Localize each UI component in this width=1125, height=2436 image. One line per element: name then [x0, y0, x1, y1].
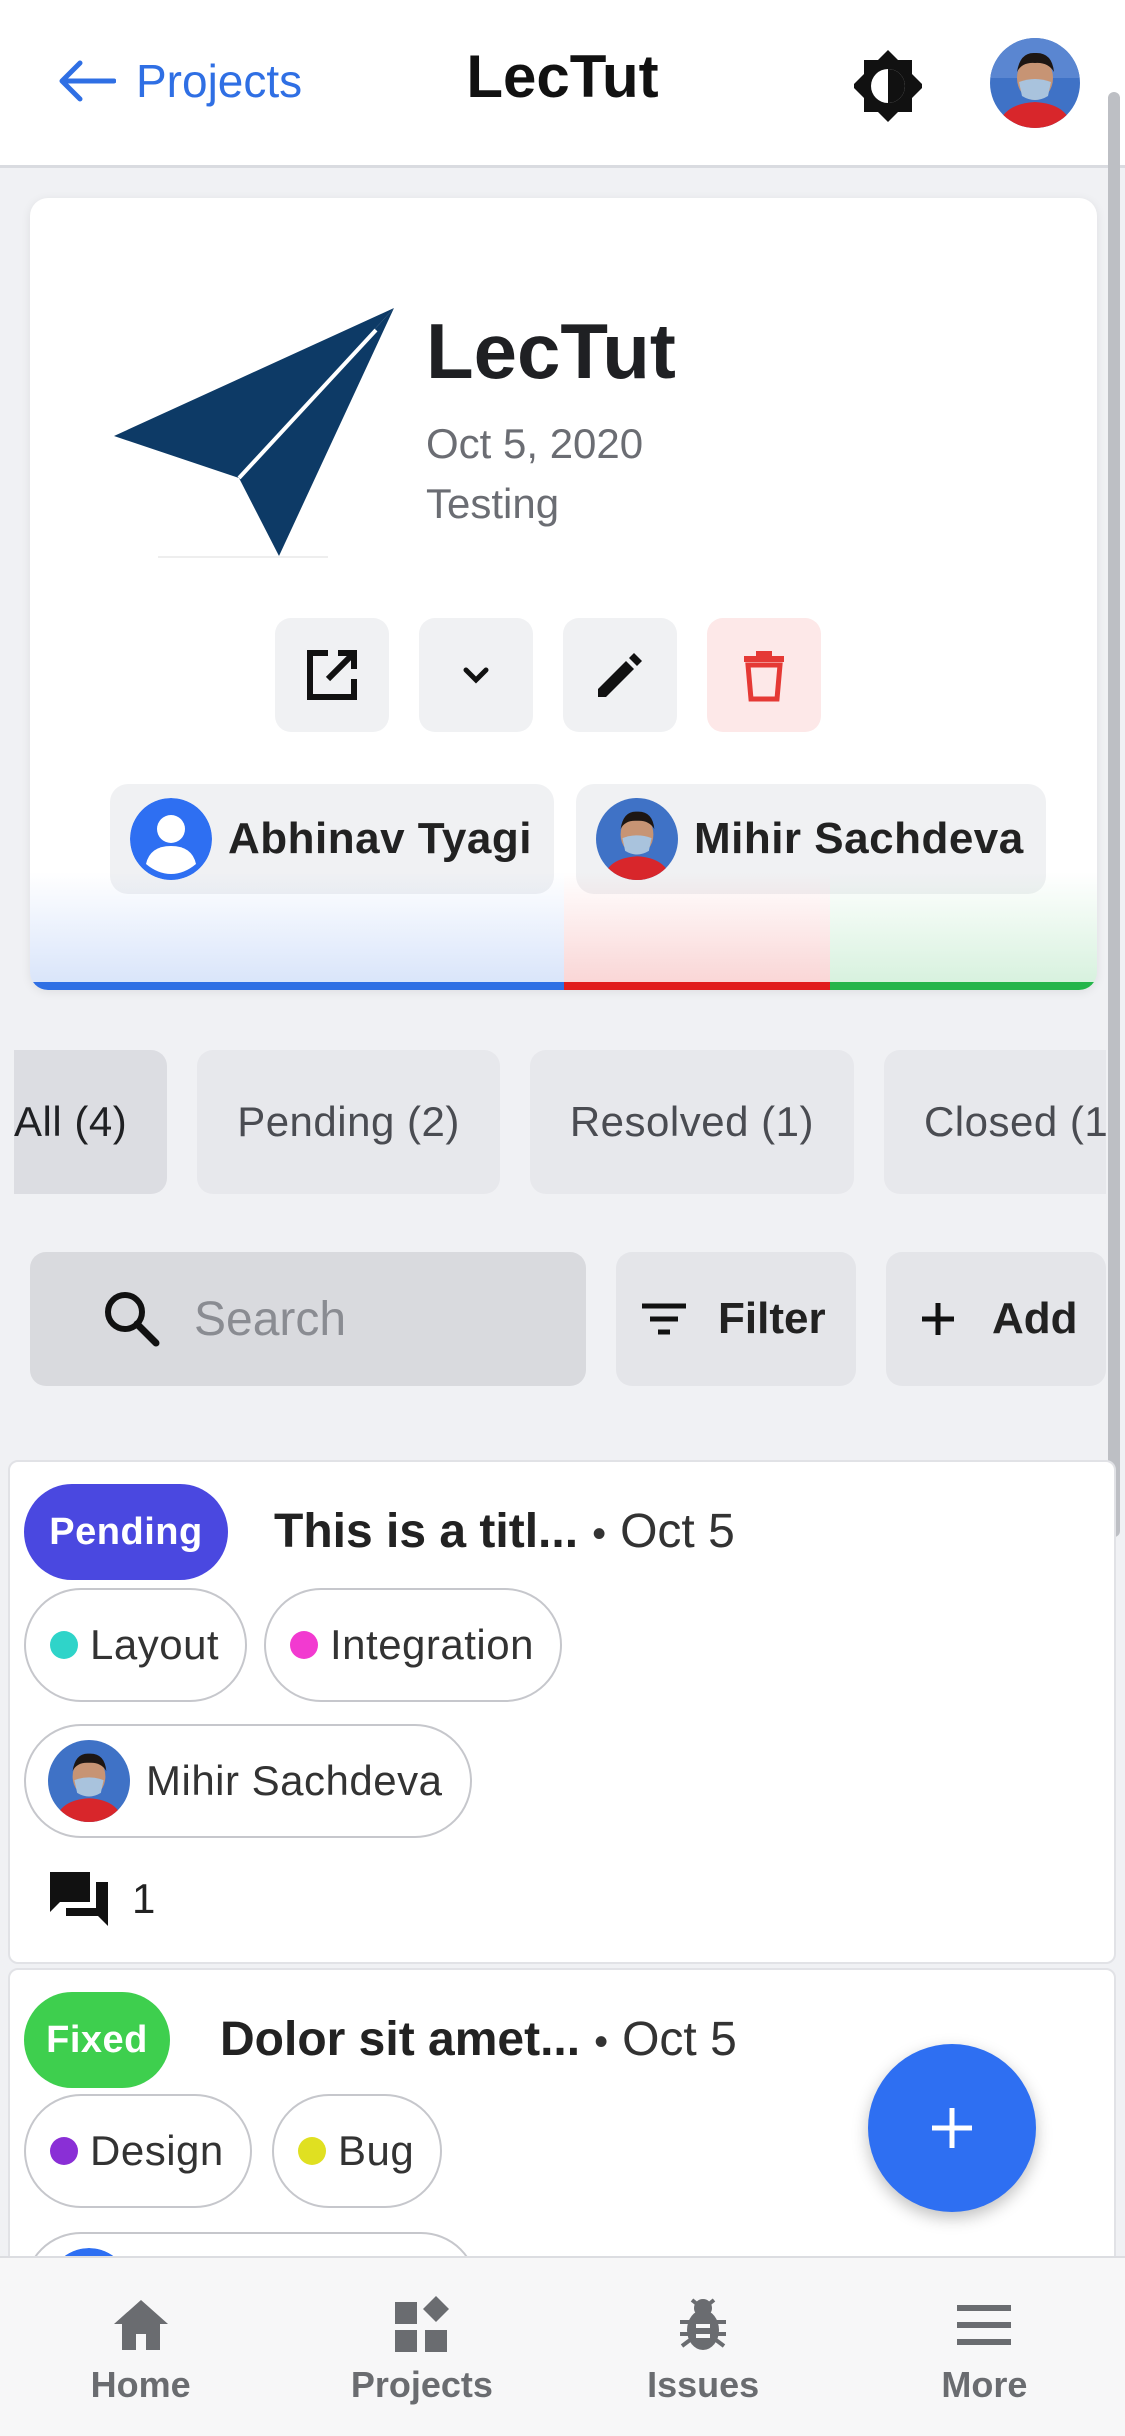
logo-underline: [158, 556, 328, 558]
member-name: Abhinav Tyagi: [228, 814, 532, 863]
issue-card[interactable]: Pending This is a titl... • Oct 5 Layout…: [8, 1460, 1116, 1964]
theme-toggle-button[interactable]: [850, 48, 926, 124]
label-chip[interactable]: Design: [24, 2094, 252, 2208]
label-name: Bug: [338, 2127, 415, 2174]
status-tabs: All (4) Pending (2) Resolved (1) Closed …: [14, 1050, 1106, 1194]
label-chip[interactable]: Bug: [272, 2094, 443, 2208]
arrow-left-icon: [59, 60, 116, 102]
plus-icon: [932, 2108, 972, 2148]
projects-icon: [394, 2296, 449, 2352]
assignee-chip[interactable]: Mihir Sachdeva: [24, 1724, 473, 1838]
issue-date: Oct 5: [622, 2013, 737, 2066]
project-logo: [114, 308, 394, 556]
tab-closed[interactable]: Closed (1: [883, 1050, 1106, 1194]
label-name: Integration: [330, 1621, 534, 1668]
search-box: [30, 1252, 586, 1386]
tab-pending[interactable]: Pending (2): [197, 1050, 500, 1194]
add-issue-button[interactable]: Add: [886, 1252, 1106, 1386]
assignee-name: Mihir Sachdeva: [146, 1757, 443, 1804]
label-name: Layout: [90, 1621, 220, 1668]
search-icon: [105, 1292, 160, 1347]
progress-glow-segment: [563, 872, 831, 982]
default-user-icon: [130, 798, 212, 880]
progress-glow-segment: [830, 872, 1097, 982]
progress-segment-closed: [830, 982, 1097, 990]
assignee-chip[interactable]: [24, 2232, 478, 2258]
open-in-new-icon: [307, 650, 357, 700]
separator-dot: •: [594, 2020, 609, 2064]
app-header: Projects LecTut: [0, 0, 1125, 168]
separator-dot: •: [592, 1512, 607, 1556]
bug-icon: [680, 2298, 727, 2350]
comments-icon: [50, 1872, 108, 1926]
pencil-icon: [598, 653, 642, 697]
photo-avatar: [595, 798, 678, 880]
nav-more[interactable]: More: [844, 2258, 1125, 2436]
issue-title: Dolor sit amet...: [220, 2013, 581, 2066]
add-label: Add: [992, 1294, 1078, 1343]
photo-avatar: [48, 1740, 130, 1822]
issue-date: Oct 5: [620, 1505, 735, 1558]
nav-label: More: [941, 2364, 1028, 2405]
project-card: LecTut Oct 5, 2020 Testing Abhinav Tyagi…: [30, 198, 1097, 990]
trash-icon: [744, 651, 784, 702]
filter-icon: [642, 1303, 686, 1335]
project-status: Testing: [426, 480, 560, 527]
home-icon: [113, 2300, 168, 2350]
filter-label: Filter: [718, 1294, 826, 1343]
tab-all[interactable]: All (4): [14, 1050, 168, 1194]
status-badge: Fixed: [24, 1992, 170, 2088]
plus-icon: [922, 1303, 954, 1335]
chevron-down-icon: [463, 667, 489, 684]
project-actions: [275, 618, 821, 732]
edit-button[interactable]: [563, 618, 677, 732]
menu-icon: [957, 2305, 1012, 2345]
label-color-dot: [298, 2137, 326, 2165]
comment-count-value: 1: [132, 1875, 156, 1922]
project-name: LecTut: [426, 307, 676, 395]
open-external-button[interactable]: [275, 618, 389, 732]
label-chip[interactable]: Integration: [264, 1588, 562, 1702]
progress-segment-pending: [30, 982, 564, 990]
expand-button[interactable]: [419, 618, 533, 732]
delete-button[interactable]: [707, 618, 821, 732]
label-color-dot: [50, 1631, 78, 1659]
progress-segment-resolved: [563, 982, 831, 990]
comment-count: 1: [46, 1868, 155, 1930]
brightness-icon: [854, 50, 922, 122]
label-name: Design: [90, 2127, 224, 2174]
scrollbar-thumb[interactable]: [1108, 92, 1120, 1537]
nav-projects[interactable]: Projects: [281, 2258, 562, 2436]
issue-title: This is a titl...: [274, 1505, 579, 1558]
back-to-projects-button[interactable]: Projects: [56, 46, 302, 116]
nav-label: Projects: [350, 2364, 493, 2405]
progress-glow-segment: [30, 872, 564, 982]
search-input[interactable]: [194, 1291, 524, 1347]
back-label: Projects: [136, 55, 303, 107]
member-name: Mihir Sachdeva: [693, 814, 1024, 863]
nav-label: Home: [90, 2364, 191, 2405]
bottom-navigation: Home Projects Issues More: [0, 2256, 1125, 2436]
filter-button[interactable]: Filter: [616, 1252, 856, 1386]
nav-home[interactable]: Home: [0, 2258, 281, 2436]
issue-progress-bar: [30, 982, 1097, 990]
label-chip[interactable]: Layout: [24, 1588, 248, 1702]
status-badge: Pending: [24, 1484, 228, 1580]
nav-issues[interactable]: Issues: [563, 2258, 844, 2436]
project-date: Oct 5, 2020: [426, 420, 644, 467]
label-color-dot: [290, 1631, 318, 1659]
profile-avatar[interactable]: [990, 38, 1080, 128]
label-color-dot: [50, 2137, 78, 2165]
new-issue-fab[interactable]: [868, 2044, 1036, 2212]
tab-resolved[interactable]: Resolved (1): [529, 1050, 854, 1194]
issue-title-line: This is a titl... • Oct 5: [274, 1504, 735, 1559]
nav-label: Issues: [647, 2364, 760, 2405]
issue-title-line: Dolor sit amet... • Oct 5: [220, 2012, 737, 2067]
progress-glow: [30, 872, 1097, 982]
